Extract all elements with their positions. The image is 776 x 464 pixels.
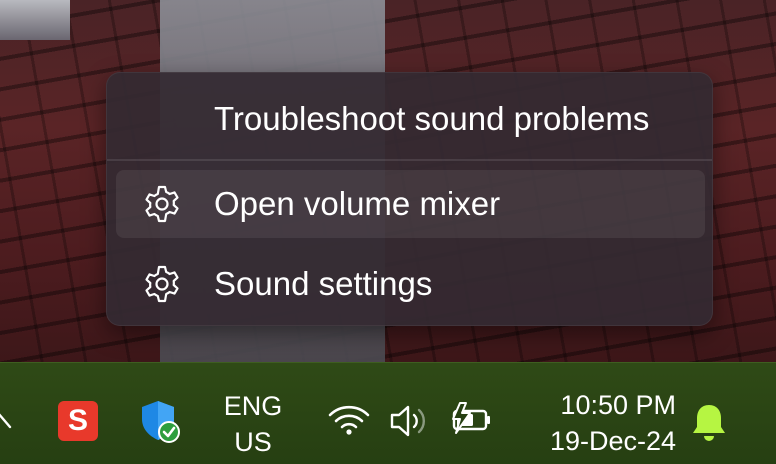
menu-item-open-volume-mixer[interactable]: Open volume mixer (116, 170, 705, 238)
windows-security-shield-icon[interactable] (138, 399, 182, 445)
clock-time: 10:50 PM (560, 390, 676, 420)
menu-item-troubleshoot[interactable]: Troubleshoot sound problems (116, 85, 705, 153)
menu-separator (107, 159, 712, 161)
show-hidden-icons-chevron-icon[interactable] (0, 403, 18, 433)
taskbar: S ENG US 10:50 PM 19-Dec-24 (0, 362, 776, 464)
input-language-indicator[interactable]: ENG US (220, 388, 286, 460)
gear-icon (145, 185, 179, 223)
language-code: ENG (223, 391, 283, 421)
menu-item-label: Sound settings (214, 265, 433, 302)
gear-icon (145, 265, 179, 303)
language-region: US (234, 427, 272, 457)
taskbar-clock[interactable]: 10:50 PM 19-Dec-24 (526, 387, 676, 459)
app-s-icon[interactable]: S (58, 401, 98, 441)
wifi-icon[interactable] (326, 401, 372, 441)
menu-item-sound-settings[interactable]: Sound settings (116, 250, 705, 318)
menu-item-label: Open volume mixer (214, 185, 501, 222)
volume-icon[interactable] (386, 401, 432, 441)
app-s-letter: S (67, 404, 88, 437)
clock-date: 19-Dec-24 (549, 426, 676, 456)
wallpaper-sky (0, 0, 70, 40)
menu-item-label: Troubleshoot sound problems (214, 100, 650, 137)
sound-context-menu: Troubleshoot sound problems Open volume … (106, 72, 713, 326)
battery-charging-icon[interactable] (446, 399, 494, 439)
notification-bell-icon[interactable] (688, 401, 730, 443)
